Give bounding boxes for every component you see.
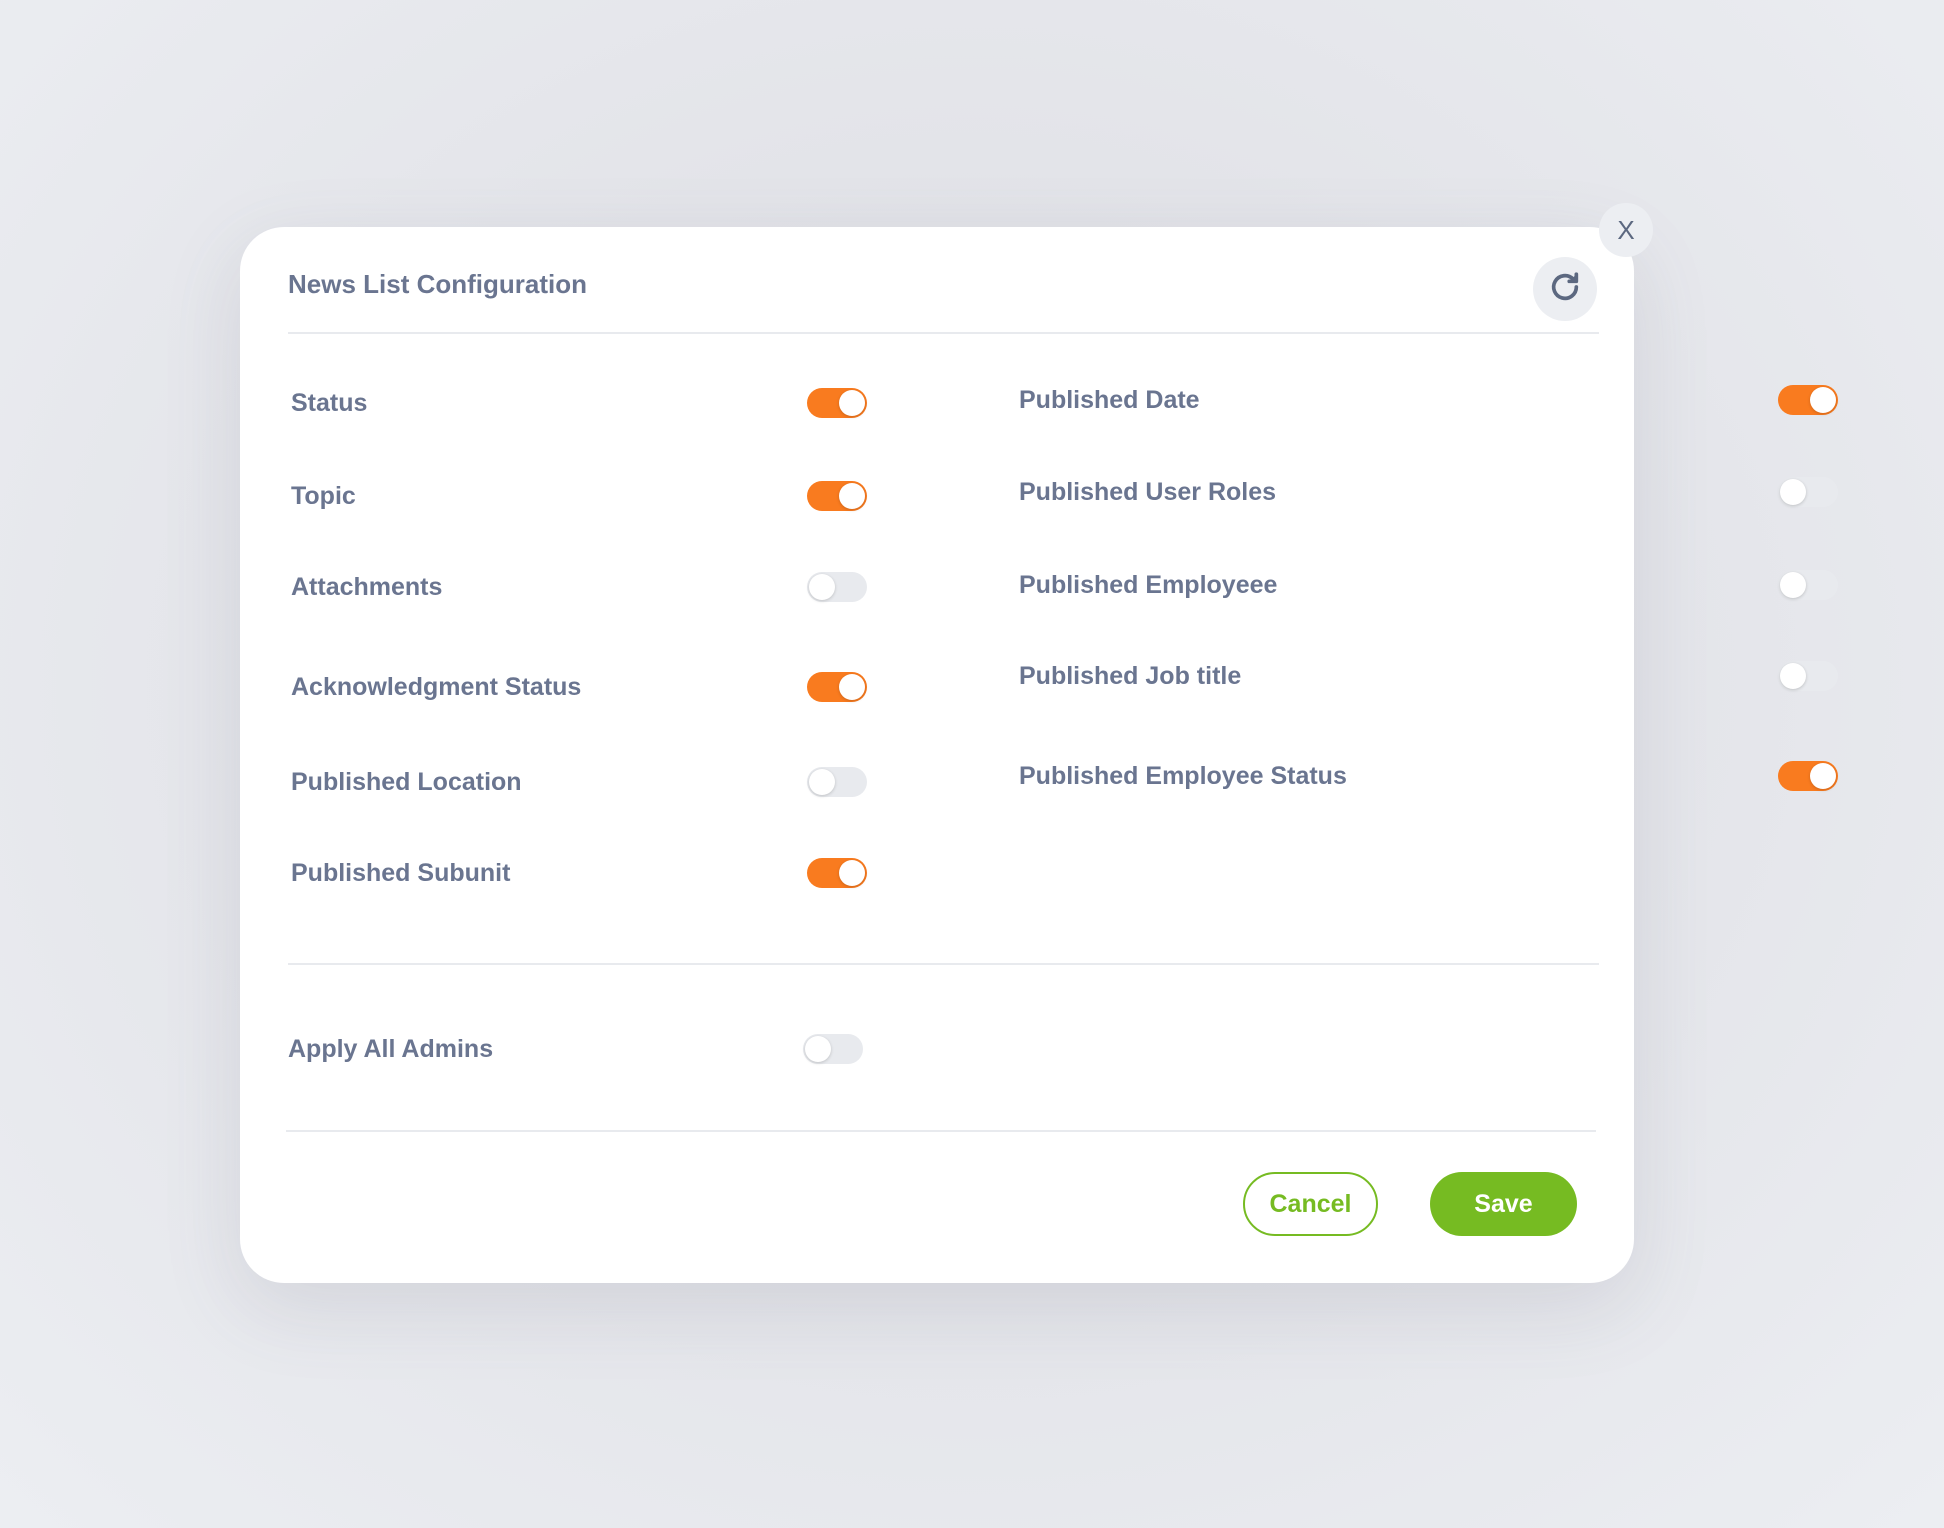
- close-icon: X: [1617, 214, 1635, 245]
- setting-label: Status: [291, 388, 368, 417]
- published-user-roles-toggle[interactable]: [1778, 477, 1838, 507]
- published-employeee-toggle[interactable]: [1778, 570, 1838, 600]
- setting-row-published-user-roles: Published User Roles: [1019, 472, 1838, 512]
- setting-label: Apply All Admins: [288, 1034, 494, 1063]
- setting-row-attachments: Attachments: [291, 567, 867, 607]
- header-divider: [288, 332, 1599, 334]
- published-employee-status-toggle[interactable]: [1778, 761, 1838, 791]
- acknowledgment-status-toggle[interactable]: [807, 672, 867, 702]
- published-date-toggle[interactable]: [1778, 385, 1838, 415]
- cancel-button[interactable]: Cancel: [1243, 1172, 1378, 1236]
- refresh-icon: [1548, 270, 1582, 309]
- topic-toggle[interactable]: [807, 481, 867, 511]
- setting-label: Published Job title: [1019, 661, 1242, 690]
- setting-label: Attachments: [291, 572, 443, 601]
- refresh-button[interactable]: [1533, 257, 1597, 321]
- setting-label: Published Employeee: [1019, 570, 1278, 599]
- setting-label: Published Subunit: [291, 858, 511, 887]
- apply-all-admins-toggle[interactable]: [803, 1034, 863, 1064]
- setting-row-published-employee-status: Published Employee Status: [1019, 756, 1838, 796]
- setting-row-status: Status: [291, 383, 867, 423]
- save-button[interactable]: Save: [1430, 1172, 1577, 1236]
- setting-label: Published Date: [1019, 385, 1200, 414]
- setting-row-published-subunit: Published Subunit: [291, 853, 867, 893]
- setting-row-acknowledgment-status: Acknowledgment Status: [291, 667, 867, 707]
- status-toggle[interactable]: [807, 388, 867, 418]
- setting-label: Published Location: [291, 767, 522, 796]
- setting-row-published-date: Published Date: [1019, 380, 1838, 420]
- close-button[interactable]: X: [1599, 203, 1653, 257]
- published-job-title-toggle[interactable]: [1778, 661, 1838, 691]
- setting-label: Published User Roles: [1019, 477, 1277, 506]
- setting-label: Published Employee Status: [1019, 761, 1347, 790]
- published-location-toggle[interactable]: [807, 767, 867, 797]
- modal-title: News List Configuration: [288, 269, 587, 299]
- news-list-configuration-modal: News List Configuration Status Topic Att…: [240, 227, 1838, 1283]
- published-subunit-toggle[interactable]: [807, 858, 867, 888]
- setting-row-published-employeee: Published Employeee: [1019, 565, 1838, 605]
- setting-row-apply-all-admins: Apply All Admins: [288, 1029, 863, 1069]
- footer-divider: [286, 1130, 1596, 1132]
- attachments-toggle[interactable]: [807, 572, 867, 602]
- setting-row-published-location: Published Location: [291, 762, 867, 802]
- section-divider: [288, 963, 1599, 965]
- setting-label: Acknowledgment Status: [291, 672, 582, 701]
- setting-label: Topic: [291, 481, 356, 510]
- setting-row-topic: Topic: [291, 476, 867, 516]
- setting-row-published-job-title: Published Job title: [1019, 656, 1838, 696]
